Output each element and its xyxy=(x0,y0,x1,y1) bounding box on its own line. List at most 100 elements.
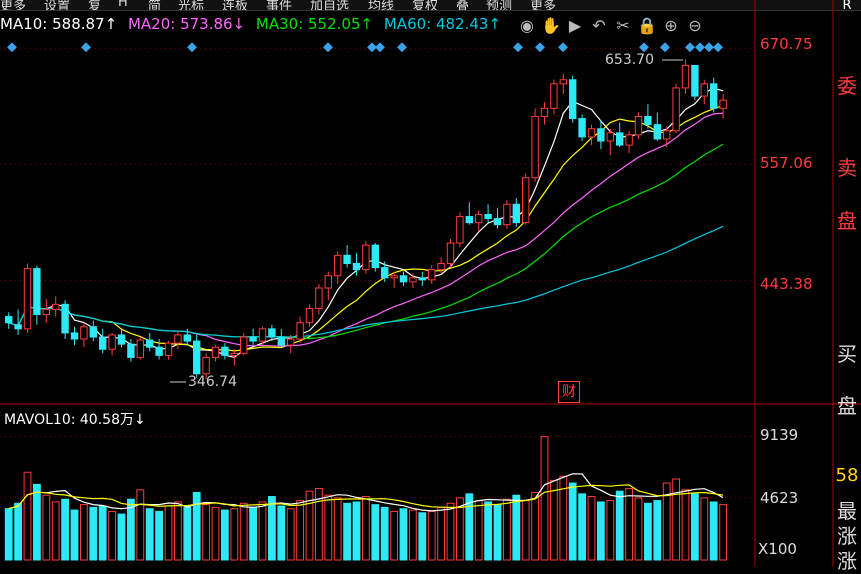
candle-body xyxy=(522,177,530,224)
candle-body xyxy=(305,307,314,324)
event-diamond xyxy=(187,42,197,53)
event-diamond xyxy=(704,42,714,53)
candle-body xyxy=(362,244,370,271)
volume-bar xyxy=(268,496,276,561)
stock-chart-window: 更多 设置复 H 简光标 连板 事件 加自选 均线 复权叠预测 更多 MA10: 588.87↑ … xyxy=(0,0,861,573)
candle-body xyxy=(70,332,79,340)
candle-body xyxy=(174,334,182,344)
volume-bar xyxy=(512,494,521,561)
volume-bar xyxy=(691,493,699,561)
candle-body xyxy=(606,132,614,142)
side-char-2: 盘 xyxy=(837,209,857,233)
candle-body xyxy=(625,134,633,146)
volume-bar xyxy=(258,501,267,561)
volume-bar xyxy=(23,471,32,561)
event-diamond xyxy=(639,42,649,53)
volume-bar xyxy=(587,496,596,561)
candle-body xyxy=(437,262,445,271)
volume-bar xyxy=(503,498,511,561)
side-char-8: 涨 xyxy=(837,549,857,573)
candle-body xyxy=(221,346,229,356)
side-char-0: 委 xyxy=(837,74,857,98)
candle-body xyxy=(634,115,643,136)
candle-body xyxy=(475,213,483,224)
volume-bar xyxy=(42,494,51,561)
candle-body xyxy=(465,216,474,224)
event-diamond xyxy=(660,42,670,53)
volume-bar xyxy=(474,500,483,561)
candle-body xyxy=(202,356,210,375)
candle-body xyxy=(14,324,22,330)
candle-body xyxy=(258,328,267,342)
price-tick-low: 443.38 xyxy=(760,275,813,293)
candle-body xyxy=(597,128,605,142)
candle-body xyxy=(569,79,577,120)
candle-body xyxy=(550,83,558,109)
volume-bar xyxy=(108,510,116,561)
event-diamond xyxy=(323,42,333,53)
candle-body xyxy=(108,334,116,350)
candle-body xyxy=(663,130,671,140)
volume-bar xyxy=(33,483,41,561)
volume-bar xyxy=(597,501,605,561)
volume-bar xyxy=(4,508,13,561)
volume-bar xyxy=(390,510,399,561)
candle-body xyxy=(512,203,520,224)
candle-body xyxy=(700,83,708,97)
volume-bar xyxy=(296,500,305,561)
candle-body xyxy=(240,336,248,354)
candle-body xyxy=(616,132,624,146)
candle-body xyxy=(61,303,69,334)
price-tick-high: 670.75 xyxy=(760,35,813,53)
event-diamond xyxy=(713,42,723,53)
candle-body xyxy=(334,254,342,277)
volume-bar xyxy=(644,502,652,561)
candlestick-chart[interactable] xyxy=(0,0,861,567)
volume-bar xyxy=(145,508,154,561)
candle-body xyxy=(5,316,13,324)
candle-body xyxy=(644,115,652,126)
volume-bar xyxy=(625,487,634,561)
volume-bar xyxy=(427,510,436,561)
candle-body xyxy=(183,334,192,342)
finance-event-marker[interactable]: 财 xyxy=(558,381,580,403)
event-diamond xyxy=(558,42,568,53)
volume-bar xyxy=(409,509,417,561)
event-diamond xyxy=(685,42,695,53)
ma10-line xyxy=(8,104,724,352)
volume-bar xyxy=(568,482,577,561)
candle-body xyxy=(155,346,163,356)
volume-unit: X100 xyxy=(758,540,797,558)
volume-bar xyxy=(164,505,173,561)
candle-body xyxy=(352,262,361,271)
volume-legend: MAVOL10: 40.58万↓ xyxy=(4,412,146,428)
volume-bar xyxy=(80,504,88,561)
candle-body xyxy=(324,275,333,289)
volume-bar xyxy=(51,501,60,561)
event-diamond xyxy=(81,42,91,53)
candle-body xyxy=(52,303,60,310)
side-char-3: 买 xyxy=(837,342,857,366)
volume-bar xyxy=(239,502,248,561)
volume-bar xyxy=(521,500,530,561)
volume-bar xyxy=(230,508,239,561)
volume-bar xyxy=(653,500,662,561)
volume-bar xyxy=(719,504,728,561)
event-diamond xyxy=(513,42,523,53)
candle-body xyxy=(681,64,690,89)
volume-bar xyxy=(362,496,370,561)
volume-bar xyxy=(202,504,210,561)
candle-body xyxy=(446,242,455,264)
candle-body xyxy=(33,268,41,316)
volume-bar xyxy=(70,509,79,561)
volume-bar xyxy=(286,508,295,561)
volume-bar xyxy=(531,492,540,561)
volume-bar xyxy=(709,501,718,561)
event-diamond xyxy=(535,42,545,53)
event-diamond xyxy=(375,42,385,53)
candle-body xyxy=(559,79,567,85)
low-annotation: 346.74 xyxy=(188,374,237,390)
candle-body xyxy=(99,336,107,350)
volume-bar xyxy=(117,513,126,561)
volume-bar xyxy=(61,498,70,561)
